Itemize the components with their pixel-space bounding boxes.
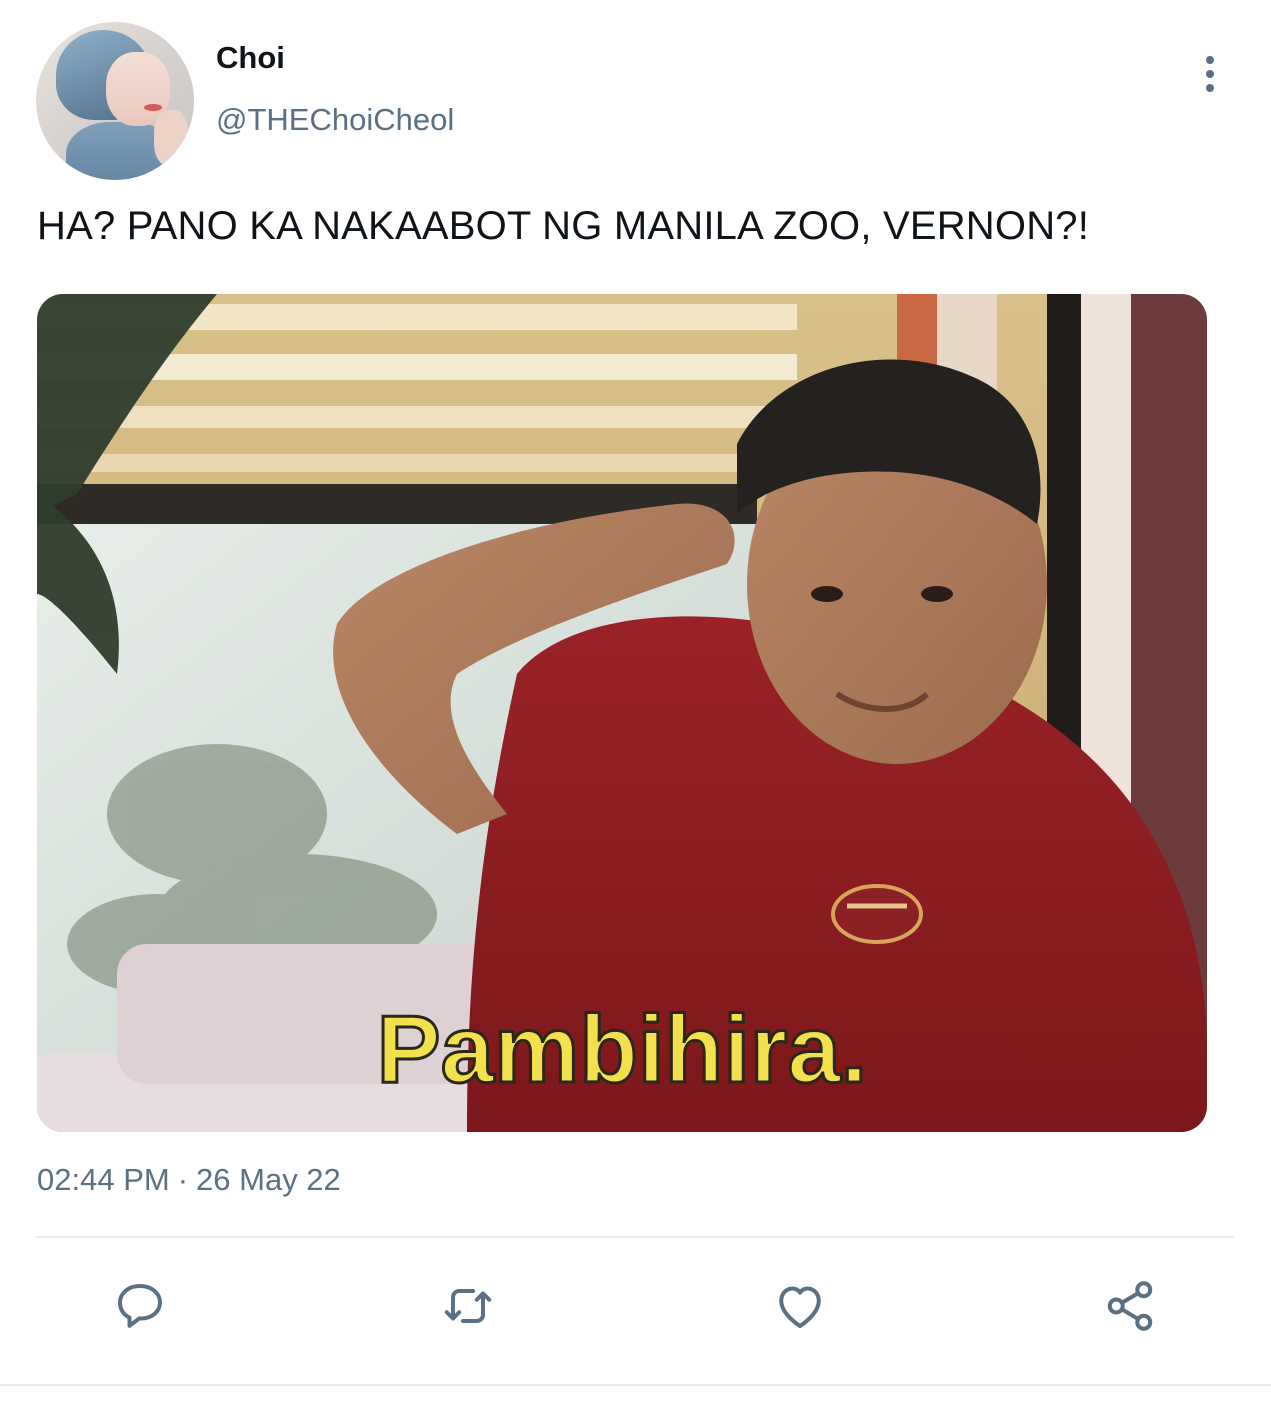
reply-button[interactable] <box>104 1270 176 1342</box>
tweet-timestamp[interactable]: 02:44 PM · 26 May 22 <box>37 1162 341 1198</box>
heart-icon <box>779 1286 821 1328</box>
meme-photo: Pambihira. <box>37 294 1207 1132</box>
tweet-text: HA? PANO KA NAKAABOT NG MANILA ZOO, VERN… <box>37 204 1090 248</box>
tweet-date: 26 May 22 <box>196 1162 341 1197</box>
retweet-icon <box>444 1289 492 1323</box>
tweet-time: 02:44 PM <box>37 1162 170 1197</box>
retweet-button[interactable] <box>432 1270 504 1342</box>
tweet-media-image[interactable]: Pambihira. <box>37 294 1207 1132</box>
like-button[interactable] <box>764 1270 836 1342</box>
bottom-divider <box>0 1384 1271 1386</box>
share-button[interactable] <box>1094 1270 1166 1342</box>
divider <box>36 1236 1234 1238</box>
author-name[interactable]: Choi <box>216 40 285 76</box>
more-options-icon[interactable] <box>1198 56 1222 96</box>
reply-icon <box>118 1284 162 1328</box>
share-icon <box>1107 1281 1153 1331</box>
meme-caption: Pambihira. <box>377 996 868 1103</box>
tweet-header: Choi @THEChoiCheol <box>36 22 1236 182</box>
timestamp-separator: · <box>177 1162 189 1197</box>
tweet-actions <box>0 1270 1271 1350</box>
author-handle[interactable]: @THEChoiCheol <box>216 102 454 138</box>
avatar[interactable] <box>36 22 194 180</box>
